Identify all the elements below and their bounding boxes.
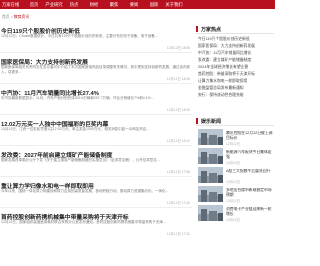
article-date: 12月12日 18:45 <box>166 77 190 81</box>
article-item[interactable]: 发改委：2027年前启建立煤矿产能储备制度 国家发展改革委办公厅下发《关于建立煤… <box>0 148 192 177</box>
rec-news-card[interactable]: 新能源汽车板块今日集体走强 12月12日 <box>198 148 274 165</box>
nav-home-logo[interactable]: 万家在线 <box>0 2 24 8</box>
article-item[interactable]: 重让算力学归像水和电一样即取即用 今年以来，围绕一体化算力网建设和算力应用的高质… <box>0 179 192 208</box>
hot-section-header: 万家热点 <box>196 24 274 34</box>
article-date: 12月12日 17:58 <box>166 170 190 174</box>
article-date: 12月12日 18:30 <box>166 108 190 112</box>
article-summary: 中汽协最新数据显示，11月，汽车产销分别完成302.6万辆和297.7万辆，环比… <box>1 96 154 100</box>
rec-news-card[interactable]: 多地出台楼市新政稳定市场预期 12月12日 <box>198 186 274 203</box>
hot-news-link[interactable]: 首药控股：带量采购将于天津开标 <box>198 71 274 78</box>
rec-news-card[interactable]: 腾讯控股在12月12日被上调目标价 12月12日 <box>198 129 274 146</box>
article-summary: 国家医保局相关负责同志在答记者问中介绍了本次国家医保药品目录调整有关情况，其中提… <box>1 65 190 74</box>
rec-news-date: 12月12日 <box>226 218 240 222</box>
rec-news-date: 12月12日 <box>226 199 240 203</box>
section-accent-bar <box>196 118 198 124</box>
hot-section-title: 万家热点 <box>201 27 222 33</box>
hot-news-link[interactable]: 中汽协：11月汽车销量同比增长 <box>198 50 274 57</box>
article-item[interactable]: 12.02万元买一人独中中国福彩的巨奖内幕 12月12日，江西一位彩民凭借1注1… <box>0 117 192 146</box>
top-navigation-bar: 万家在线 首页 产业研究 热点 财经 聚焦 要闻 国际 关于我们 <box>0 0 275 9</box>
nav-item-international[interactable]: 国际 <box>144 2 164 8</box>
rec-news-title[interactable]: 新能源汽车板块今日集体走强 <box>226 150 274 160</box>
nav-item-industry[interactable]: 产业研究 <box>44 2 64 8</box>
breadcrumb-separator: > <box>10 15 13 19</box>
rec-section-header: 娱乐新闻 <box>196 116 274 126</box>
article-summary: 12月12日，国家组织高值医用耗材联合采购办公室发布通知，首药控股创新药携机械集… <box>1 220 166 224</box>
news-thumbnail[interactable] <box>198 167 223 183</box>
rec-news-date: 12月12日 <box>226 142 240 146</box>
breadcrumb-home-link[interactable]: 首页 <box>2 15 10 20</box>
article-item[interactable]: 中汽协：11月汽车销量同比增长27.4% 中汽协最新数据显示，11月，汽车产销分… <box>0 86 192 115</box>
rec-news-title[interactable]: A股三大指数午后震荡回升 <box>226 169 274 179</box>
breadcrumb: 首页 > 教育资讯 <box>2 14 29 20</box>
article-item[interactable]: 国家医保局：大力支持创新药发展 国家医保局相关负责同志在答记者问中介绍了本次国家… <box>0 55 192 84</box>
rec-news-card[interactable]: A股三大指数午后震荡回升 12月12日 <box>198 167 274 184</box>
nav-item-hot[interactable]: 热点 <box>64 2 84 8</box>
article-date: 12月12日 17:22 <box>166 232 190 236</box>
hot-news-link[interactable]: 2024年全球经济增长有望企稳 <box>198 64 274 71</box>
rec-news-title[interactable]: 消费电子产业链迎来新一轮增长 <box>226 207 274 217</box>
article-item[interactable]: 首药控股创新药携机械集中带量采购将于天津开标 12月12日，国家组织高值医用耗材… <box>0 210 192 237</box>
article-summary: 12月12日，Choice数据统计，今日共有119只个股股价创历史新低，主要分布… <box>1 34 158 38</box>
article-item[interactable]: 今日119只个股股价创历史新低 12月12日，Choice数据统计，今日共有11… <box>0 24 192 53</box>
rec-news-title[interactable]: 多地出台楼市新政稳定市场预期 <box>226 188 274 198</box>
hot-news-link[interactable]: 让算力像水和电一样即取即用 <box>198 78 274 85</box>
news-thumbnail[interactable] <box>198 186 223 202</box>
hot-news-link[interactable]: 发改委：建立煤矿产能储备制度 <box>198 57 274 64</box>
rec-news-date: 12月12日 <box>226 161 240 165</box>
article-date: 12月12日 18:12 <box>166 139 190 143</box>
rec-news-title[interactable]: 腾讯控股在12月12日被上调目标价 <box>226 131 274 141</box>
news-thumbnail[interactable] <box>198 205 223 221</box>
rec-news-date: 12月12日 <box>226 180 240 184</box>
hot-news-link[interactable]: 央行：保持流动性合理充裕 <box>198 92 274 99</box>
article-summary: 今年以来，围绕一体化算力网建设和算力应用的高质量发展，各地积极行动，推动算力资源… <box>1 189 169 193</box>
rec-section-title: 娱乐新闻 <box>201 119 222 125</box>
article-date: 12月12日 17:40 <box>166 201 190 205</box>
section-accent-bar <box>196 26 198 32</box>
nav-item-finance[interactable]: 财经 <box>84 2 104 8</box>
news-thumbnail[interactable] <box>198 148 223 164</box>
article-summary: 12月12日，江西一位彩民凭借1注12.02万元，单注奖金1000万元，相关消息… <box>1 127 150 131</box>
nav-item-focus[interactable]: 聚焦 <box>104 2 124 8</box>
hot-news-link[interactable]: 今日119只个股股价创历史新低 <box>198 36 274 43</box>
article-date: 12月12日 18:56 <box>166 46 190 50</box>
nav-item-about[interactable]: 关于我们 <box>164 2 184 8</box>
article-summary: 国家发展改革委办公厅下发《关于建立煤炭产能储备制度的实施意见》（征求意见稿），公… <box>1 158 160 162</box>
news-thumbnail[interactable] <box>198 129 223 145</box>
breadcrumb-current: 教育资讯 <box>13 14 29 19</box>
hot-news-link[interactable]: 金融监管总局发布最新通知 <box>198 85 274 92</box>
rec-news-card[interactable]: 消费电子产业链迎来新一轮增长 12月12日 <box>198 205 274 222</box>
hot-news-link[interactable]: 国家医保局：大力支持创新药发展 <box>198 43 274 50</box>
nav-item-news[interactable]: 要闻 <box>124 2 144 8</box>
hot-news-list: 今日119只个股股价创历史新低 国家医保局：大力支持创新药发展 中汽协：11月汽… <box>198 36 274 99</box>
nav-item-home[interactable]: 首页 <box>24 2 44 8</box>
